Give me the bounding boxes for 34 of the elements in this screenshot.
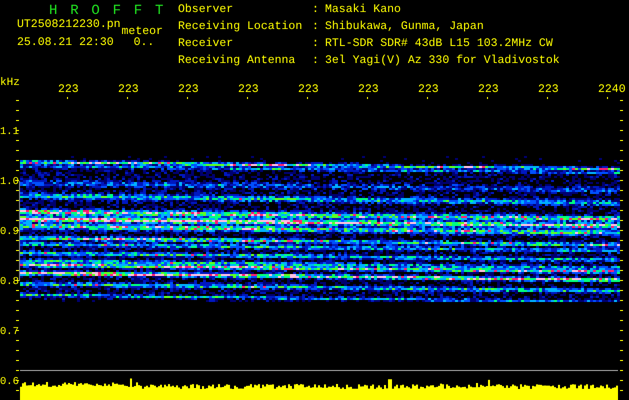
- colon-separator: :: [312, 55, 320, 69]
- x-tick-label: 223: [478, 83, 499, 96]
- file-name: UT2508212230.pn: [17, 19, 121, 33]
- colon-separator: :: [312, 38, 320, 52]
- info-value: 3el Yagi(V) Az 330 for Vladivostok: [325, 55, 560, 69]
- x-tick-label: 223: [298, 83, 319, 96]
- x-tick-label: 223: [58, 83, 79, 96]
- info-value: Shibukawa, Gunma, Japan: [325, 21, 485, 35]
- x-tick-label: 223: [178, 83, 199, 96]
- x-tick-label: 2240: [598, 83, 626, 96]
- info-value: RTL-SDR SDR# 43dB L15 103.2MHz CW: [325, 38, 554, 52]
- y-tick-label: 0.7: [0, 326, 19, 338]
- count-text: 0..: [134, 37, 154, 49]
- y-tick-label: 1.1: [0, 126, 19, 138]
- axis-unit: kHz: [0, 77, 20, 89]
- x-tick-label: 223: [118, 83, 139, 96]
- info-label: Receiver: [178, 38, 234, 52]
- info-label: Observer: [178, 4, 234, 18]
- y-tick-label: 1.0: [0, 176, 19, 188]
- y-tick-label: 0.8: [0, 276, 19, 288]
- x-tick-label: 223: [358, 83, 379, 96]
- info-value: Masaki Kano: [325, 4, 402, 18]
- app-title: H R O F F T: [48, 4, 167, 18]
- info-label: Receiving Location: [178, 21, 304, 35]
- date-time: 25.08.21 22:30: [17, 37, 114, 49]
- y-tick-label: 0.9: [0, 226, 19, 238]
- event-label: meteor: [122, 26, 163, 38]
- colon-separator: :: [312, 21, 320, 35]
- x-tick-label: 223: [538, 83, 559, 96]
- info-label: Receiving Antenna: [178, 55, 296, 69]
- x-tick-label: 223: [238, 83, 259, 96]
- colon-separator: :: [312, 4, 320, 18]
- x-tick-label: 223: [418, 83, 439, 96]
- y-tick-label: 0.6: [0, 376, 19, 388]
